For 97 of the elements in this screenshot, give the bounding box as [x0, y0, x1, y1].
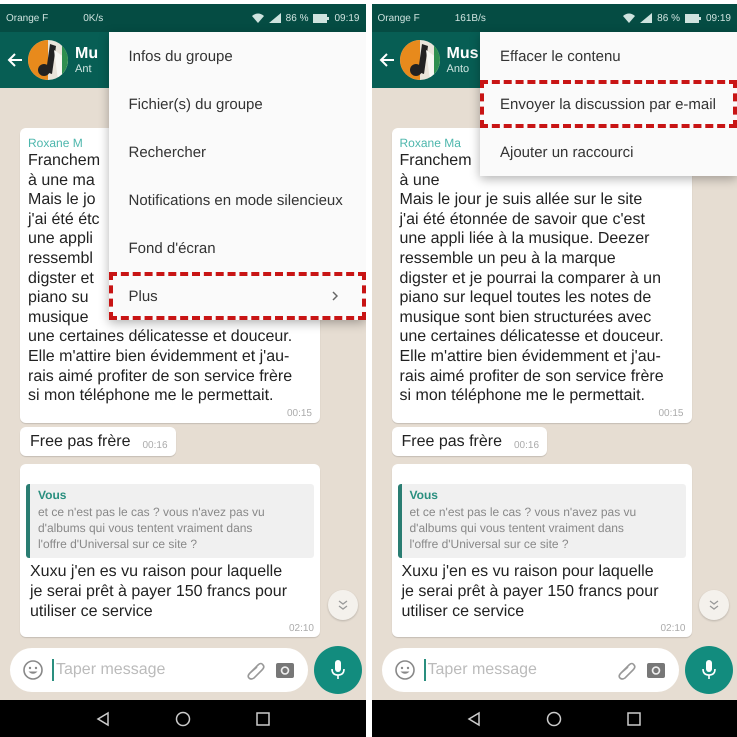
chat-title: Mu [75, 45, 98, 63]
message-text: digster et [28, 268, 94, 288]
message-text: ressembl [28, 248, 93, 269]
chat-subtitle: Ant [75, 63, 93, 75]
message-text: à une ma [28, 170, 95, 190]
message-text: à une [400, 170, 440, 190]
message-text: j'ai été étc [28, 210, 100, 230]
clock: 09:19 [334, 12, 360, 24]
menu-item[interactable]: Notifications en mode silencieux [108, 176, 366, 224]
menu-item[interactable]: Fichier(s) du groupe [108, 80, 366, 128]
message-text: je serai prêt à payer 150 francs pour [28, 582, 288, 602]
signal-icon [268, 13, 281, 23]
message-time: 00:16 [142, 440, 168, 452]
menu-item[interactable]: Envoyer la discussion par e-mail [480, 80, 737, 128]
message-text: Free pas frère [402, 432, 502, 452]
back-arrow-icon[interactable] [378, 51, 396, 69]
message-text: si mon téléphone me le permettait. [400, 386, 645, 406]
message-text: piano sur lequel toutes les notes de [400, 288, 652, 308]
menu-item[interactable]: Fond d'écran [108, 224, 366, 272]
message-text: une certaines délicatesse et douceur. [28, 327, 292, 347]
menu-item[interactable]: Rechercher [108, 128, 366, 176]
network-speed: 161B/s [454, 12, 486, 24]
message-field[interactable]: Taper message [382, 648, 679, 692]
carrier-name: Orange F [378, 12, 420, 24]
message-text: piano su [28, 288, 88, 308]
message-text: Mais le jour je suis allée sur le site [400, 190, 642, 210]
carrier-name: Orange F [6, 12, 48, 24]
quote-text: l'offre d'Universal sur ce site ? [410, 536, 570, 552]
message-field[interactable]: Taper message [10, 648, 308, 692]
sender-name: Roxane M [28, 136, 84, 151]
message-text: Xuxu j'en es vu raison pour laquelle [400, 562, 654, 582]
microphone-button[interactable] [314, 646, 362, 694]
message-text: musique [28, 308, 88, 328]
message-text: ressemble un peu à la marque [400, 248, 616, 269]
menu-item[interactable]: Plus [108, 272, 366, 320]
chat-subtitle: Anto [446, 63, 470, 75]
signal-icon [640, 13, 652, 23]
quote-text: et ce n'est pas le cas ? vous n'avez pas vu [38, 504, 266, 520]
menu-item[interactable]: Effacer le contenu [480, 32, 737, 80]
message-text: une appli liée à la musique. Deezer [400, 229, 650, 249]
message-text: musique sont bien structurées avec [400, 308, 652, 328]
quote-text: d'albums qui vous tentent vraiment dans [410, 520, 625, 536]
message-text: je serai prêt à payer 150 francs pour [400, 582, 659, 602]
message-text: si mon téléphone me le permettait. [28, 386, 274, 406]
back-icon[interactable] [94, 710, 111, 726]
message-input[interactable]: Taper message [54, 660, 236, 680]
chat-title: Mus [446, 45, 478, 63]
quote-text: d'albums qui vous tentent vraiment dans [38, 520, 254, 536]
message-input[interactable]: Taper message [426, 660, 607, 680]
message-time: 02:10 [660, 623, 686, 634]
battery-level: 86 % [657, 12, 680, 24]
quote-text: et ce n'est pas le cas ? vous n'avez pas vu [410, 504, 638, 520]
battery-icon [684, 14, 701, 22]
message-text: rais aimé profiter de son service frère [28, 366, 292, 386]
double-chevron-icon [336, 599, 348, 611]
message-text: rais aimé profiter de son service frère [400, 366, 664, 386]
battery-level: 86 % [286, 12, 308, 24]
emoji-icon[interactable] [22, 659, 44, 681]
message-text: une appli [28, 229, 93, 249]
message-text: Free pas frère [30, 432, 130, 452]
battery-icon [313, 14, 330, 22]
message-text: utiliser ce service [400, 602, 524, 622]
microphone-icon [701, 659, 717, 681]
message-text: Xuxu j'en es vu raison pour laquelle [29, 562, 282, 582]
message-text: Elle m'attire bien évidemment et j'au- [400, 346, 661, 367]
message-text: Elle m'attire bien évidemment et j'au- [28, 346, 290, 367]
clock: 09:19 [706, 12, 731, 24]
back-icon[interactable] [466, 710, 482, 726]
menu-item[interactable]: Infos du groupe [108, 32, 366, 80]
microphone-button[interactable] [685, 646, 733, 694]
back-arrow-icon[interactable] [6, 51, 24, 69]
message-time: 02:10 [288, 623, 314, 634]
wifi-icon [252, 13, 264, 23]
message-text: une certaines délicatesse et douceur. [400, 327, 664, 347]
quote-author: Vous [38, 488, 68, 502]
message-time: 00:15 [286, 408, 312, 419]
message-text: Franchem [400, 151, 472, 171]
wifi-icon [623, 13, 636, 23]
sender-name: Roxane Ma [400, 136, 462, 151]
message-text: j'ai été étonnée de savoir que c'est [400, 210, 645, 230]
home-icon[interactable] [174, 710, 191, 726]
microphone-icon [330, 659, 346, 681]
message-time: 00:15 [658, 408, 684, 419]
network-speed: 0K/s [83, 12, 104, 24]
quote-text: l'offre d'Universal sur ce site ? [38, 536, 198, 552]
message-time: 00:16 [514, 440, 540, 452]
home-icon[interactable] [546, 710, 562, 726]
message-text: digster et je pourrai la comparer à un [400, 268, 661, 288]
message-text: Mais le jo [28, 190, 96, 210]
emoji-icon[interactable] [394, 659, 416, 681]
message-text: Franchem [28, 151, 100, 171]
double-chevron-icon [708, 599, 720, 611]
message-text: utiliser ce service [29, 602, 153, 622]
menu-item[interactable]: Ajouter un raccourci [480, 128, 737, 176]
quote-author: Vous [410, 488, 439, 502]
recents-icon[interactable] [254, 710, 271, 726]
recents-icon[interactable] [626, 710, 642, 726]
